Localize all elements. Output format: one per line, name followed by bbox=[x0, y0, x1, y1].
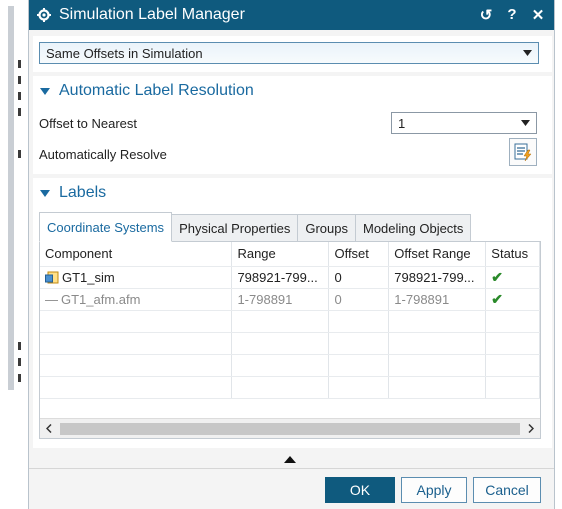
table-row-empty bbox=[40, 310, 540, 333]
background-text-fragment bbox=[18, 150, 21, 158]
range-cell: 798921-799... bbox=[231, 266, 330, 289]
simulation-file-icon bbox=[45, 271, 59, 283]
chevron-down-icon[interactable] bbox=[518, 113, 532, 133]
table-row[interactable]: — GT1_afm.afm 1-798891 0 1-798891 ✔ bbox=[40, 288, 540, 311]
table-row[interactable]: GT1_sim 798921-799... 0 798921-799... ✔ bbox=[40, 266, 540, 289]
tree-branch-icon: — bbox=[45, 291, 58, 307]
background-text-fragment bbox=[18, 60, 21, 68]
offset-cell[interactable]: 0 bbox=[328, 288, 390, 311]
offset-dropdown-value: 1 bbox=[398, 115, 406, 131]
ok-button[interactable]: OK bbox=[325, 477, 395, 503]
column-header[interactable]: Range bbox=[231, 242, 330, 267]
labels-table: Component Range Offset Offset Range Stat… bbox=[39, 241, 541, 439]
resolve-label: Automatically Resolve bbox=[39, 147, 167, 162]
scroll-right-icon[interactable] bbox=[522, 420, 540, 438]
reset-icon[interactable]: ↺ bbox=[478, 6, 494, 24]
background-text-fragment bbox=[18, 76, 21, 84]
checkmark-icon: ✔ bbox=[491, 290, 504, 307]
tab-modeling-objects[interactable]: Modeling Objects bbox=[354, 214, 472, 242]
tab-physical-properties[interactable]: Physical Properties bbox=[171, 214, 299, 242]
table-row-empty bbox=[40, 354, 540, 377]
scrollbar-thumb[interactable] bbox=[60, 422, 520, 435]
labels-tabs: Coordinate Systems Physical Properties G… bbox=[39, 212, 472, 242]
auto-resolve-button[interactable] bbox=[509, 138, 537, 166]
column-header[interactable]: Offset bbox=[328, 242, 390, 267]
scroll-left-icon[interactable] bbox=[40, 420, 58, 438]
horizontal-scrollbar[interactable] bbox=[40, 418, 540, 438]
offset-range-cell: 798921-799... bbox=[388, 266, 487, 289]
background-text-fragment bbox=[18, 358, 21, 366]
collapse-triangle-icon[interactable] bbox=[39, 187, 51, 199]
dialog-title: Simulation Label Manager bbox=[59, 6, 245, 23]
mode-dropdown-value: Same Offsets in Simulation bbox=[46, 45, 203, 61]
mode-section: Same Offsets in Simulation bbox=[33, 36, 552, 72]
offset-label: Offset to Nearest bbox=[39, 116, 138, 131]
label-manager-dialog: Simulation Label Manager ↺ ? ✕ Same Offs… bbox=[28, 0, 555, 509]
background-window-edge bbox=[0, 0, 28, 509]
collapse-triangle-icon[interactable] bbox=[39, 85, 51, 97]
apply-button[interactable]: Apply bbox=[401, 477, 467, 503]
component-name: GT1_sim bbox=[62, 269, 115, 285]
cancel-button[interactable]: Cancel bbox=[473, 477, 541, 503]
section-title: Automatic Label Resolution bbox=[59, 82, 254, 99]
labels-header[interactable]: Labels bbox=[39, 184, 106, 202]
table-row-empty bbox=[40, 376, 540, 399]
offset-cell[interactable]: 0 bbox=[328, 266, 390, 289]
background-scrollbar bbox=[8, 6, 14, 390]
table-row-empty bbox=[40, 332, 540, 355]
tab-coordinate-systems[interactable]: Coordinate Systems bbox=[39, 212, 173, 242]
background-text-fragment bbox=[18, 92, 21, 100]
auto-resolution-header[interactable]: Automatic Label Resolution bbox=[39, 82, 254, 100]
mode-dropdown[interactable]: Same Offsets in Simulation bbox=[39, 42, 539, 64]
collapse-up-icon[interactable] bbox=[284, 456, 296, 464]
offset-dropdown[interactable]: 1 bbox=[391, 112, 537, 134]
section-title: Labels bbox=[59, 184, 107, 201]
column-header[interactable]: Status bbox=[485, 242, 540, 267]
column-header[interactable]: Component bbox=[40, 242, 233, 267]
list-lightning-icon bbox=[514, 143, 532, 162]
range-cell: 1-798891 bbox=[231, 288, 330, 311]
help-icon[interactable]: ? bbox=[504, 6, 520, 24]
tab-groups[interactable]: Groups bbox=[297, 214, 356, 242]
close-icon[interactable]: ✕ bbox=[530, 6, 546, 24]
background-text-fragment bbox=[18, 374, 21, 382]
auto-resolution-section: Automatic Label Resolution Offset to Nea… bbox=[33, 76, 552, 174]
footer-divider bbox=[29, 468, 554, 469]
offset-range-cell: 1-798891 bbox=[388, 288, 487, 311]
background-text-fragment bbox=[18, 342, 21, 350]
gear-icon bbox=[35, 6, 53, 24]
table-header-row: Component Range Offset Offset Range Stat… bbox=[40, 242, 540, 267]
chevron-down-icon[interactable] bbox=[520, 43, 534, 63]
column-header[interactable]: Offset Range bbox=[388, 242, 487, 267]
background-text-fragment bbox=[18, 108, 21, 116]
labels-section: Labels Coordinate Systems Physical Prope… bbox=[33, 178, 552, 448]
title-bar[interactable]: Simulation Label Manager ↺ ? ✕ bbox=[29, 0, 554, 30]
checkmark-icon: ✔ bbox=[491, 268, 504, 285]
component-name: GT1_afm.afm bbox=[61, 291, 141, 307]
